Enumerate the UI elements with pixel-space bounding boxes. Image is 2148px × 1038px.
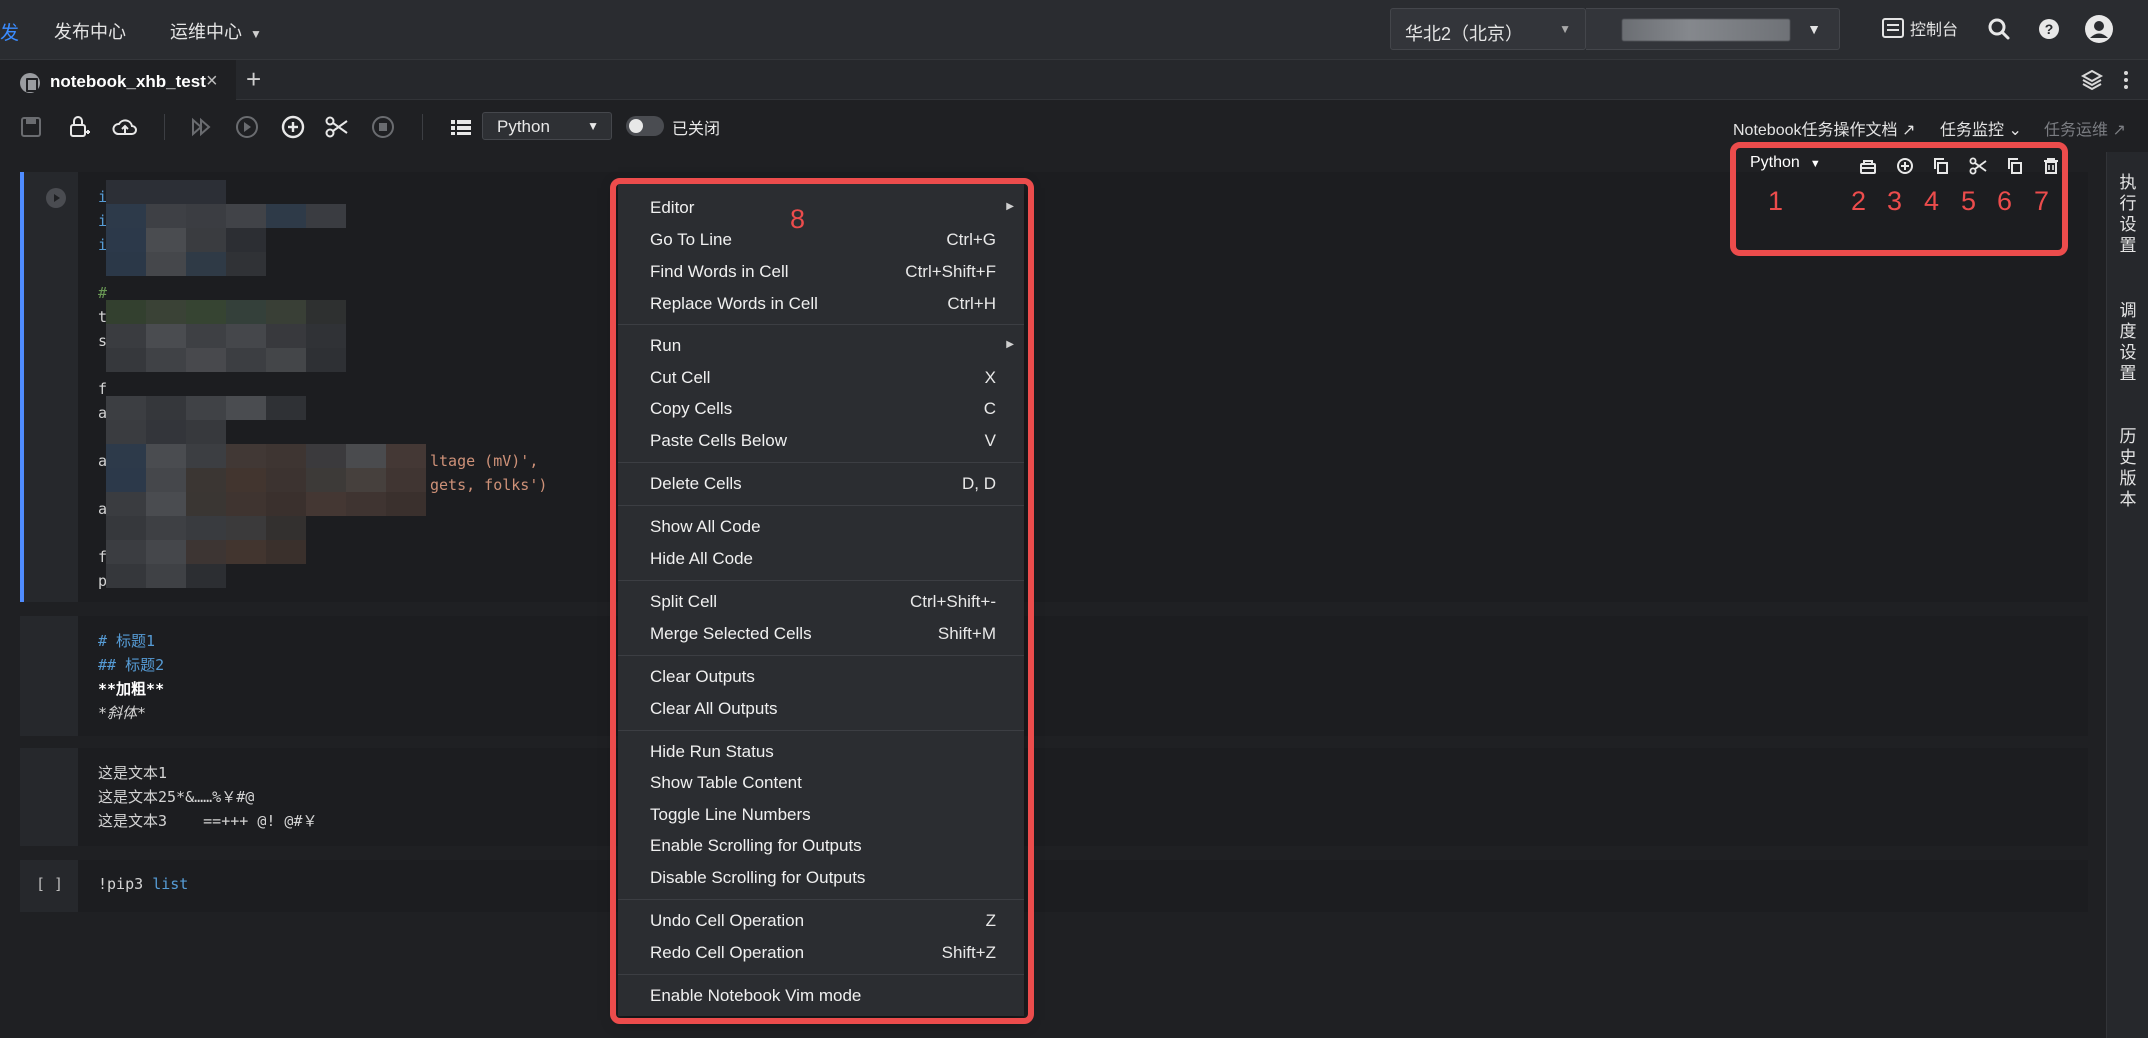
user-avatar-icon[interactable] (2084, 14, 2114, 44)
cloud-upload-icon[interactable] (112, 114, 138, 140)
nav-edge-text[interactable]: 发 (0, 18, 19, 45)
region-value: 华北2（北京） (1405, 24, 1524, 44)
markdown-editor[interactable]: # 标题1 ## 标题2 **加粗** *斜体* (78, 616, 2088, 736)
sidebar-exec-settings[interactable]: 执行设置 (2119, 172, 2137, 256)
kernel-value: Python (497, 117, 550, 136)
add-tab-icon[interactable]: + (246, 64, 261, 95)
text-editor[interactable]: 这是文本1 这是文本25*&……%￥#@ 这是文本3 ==+++ @! @#￥ (78, 748, 2088, 846)
outline-icon[interactable] (448, 114, 474, 140)
sidebar-history[interactable]: 历史版本 (2119, 426, 2137, 510)
pip-cmd: !pip3 (98, 875, 153, 893)
code-editor[interactable]: !pip3 list (78, 860, 2088, 912)
pixelated-code-redaction (106, 180, 426, 588)
svg-text:?: ? (2045, 21, 2054, 37)
text-line: 这是文本25*&……%￥#@ (98, 788, 255, 806)
nav-ops-center[interactable]: 运维中心 ▼ (170, 18, 262, 44)
code-string-fragment: ltage (mV)', (430, 452, 539, 470)
notebook-icon (20, 73, 40, 93)
cell-gutter (24, 172, 78, 602)
annotation-number: 6 (1997, 186, 2013, 216)
save-icon[interactable] (18, 114, 44, 140)
annotation-number: 4 (1924, 186, 1940, 216)
run-cell-button[interactable] (46, 188, 66, 208)
task-monitor-menu[interactable]: 任务监控 ⌄ (1940, 116, 2022, 140)
run-cell-icon[interactable] (234, 114, 260, 140)
tab-notebook[interactable]: notebook_xhb_test × (0, 60, 236, 100)
chevron-down-icon: ▼ (250, 27, 262, 41)
right-sidebar: 执行设置 调度设置 历史版本 (2106, 152, 2148, 1038)
lock-icon[interactable] (66, 114, 92, 140)
annotation-number: 5 (1961, 186, 1977, 216)
pip-arg: list (152, 875, 189, 893)
chevron-down-icon: ▼ (587, 119, 599, 133)
close-icon[interactable]: × (206, 70, 218, 93)
md-heading-1: # 标题1 (98, 632, 156, 650)
top-navbar: 发 发布中心 运维中心 ▼ 华北2（北京） ▼ ▼ 控制台 ? (0, 0, 2148, 60)
md-heading-2: ## 标题2 (98, 656, 165, 674)
add-cell-icon[interactable] (280, 114, 306, 140)
cell-gutter (20, 616, 78, 736)
sidebar-schedule-settings[interactable]: 调度设置 (2119, 300, 2137, 384)
nav-publish-center[interactable]: 发布中心 (54, 18, 126, 44)
stop-icon[interactable] (370, 114, 396, 140)
console-label: 控制台 (1910, 22, 1959, 39)
text-line: 这是文本3 ==+++ @! @#￥ (98, 812, 318, 830)
markdown-cell[interactable]: # 标题1 ## 标题2 **加粗** *斜体* (20, 616, 2088, 736)
search-icon[interactable] (1984, 14, 2014, 44)
workspace-select[interactable]: ▼ (1586, 8, 1840, 50)
help-icon[interactable]: ? (2034, 14, 2064, 44)
layers-icon[interactable] (2080, 68, 2104, 92)
chevron-down-icon: ▼ (1807, 21, 1821, 37)
text-line: 这是文本1 (98, 764, 168, 782)
toolbar-divider (164, 114, 165, 140)
notebook-doc-link[interactable]: Notebook任务操作文档 ↗ (1733, 116, 1915, 140)
code-cell[interactable]: [ ] !pip3 list (20, 860, 2088, 912)
annotation-number: 7 (2034, 186, 2050, 216)
console-icon (1882, 18, 1904, 38)
task-ops-link[interactable]: 任务运维 ↗ (2044, 116, 2126, 140)
toolbar-divider (422, 114, 423, 140)
annotation-box-menu (610, 178, 1034, 1024)
toggle-label: 已关闭 (672, 121, 721, 138)
console-link[interactable]: 控制台 (1882, 16, 1958, 40)
pip-command: !pip3 list (98, 875, 188, 893)
annotation-number: 1 (1768, 186, 1784, 216)
redacted-workspace (1622, 19, 1790, 41)
region-select[interactable]: 华北2（北京） ▼ (1390, 8, 1586, 50)
tab-bar: notebook_xhb_test × + (0, 60, 2148, 100)
chevron-down-icon: ▼ (1559, 22, 1571, 36)
more-vertical-icon[interactable] (2116, 68, 2136, 92)
run-all-icon[interactable] (188, 114, 214, 140)
kernel-select[interactable]: Python ▼ (482, 112, 612, 140)
scissors-icon[interactable] (324, 114, 350, 140)
md-italic: *斜体* (98, 704, 147, 722)
code-string-fragment: gets, folks') (430, 476, 548, 494)
annotation-number: 3 (1887, 186, 1903, 216)
nav-ops-label: 运维中心 (170, 22, 242, 42)
cell-gutter (20, 748, 78, 846)
md-bold: **加粗** (98, 680, 165, 698)
cell-gutter: [ ] (20, 860, 78, 912)
execution-prompt: [ ] (36, 875, 64, 893)
annotation-number: 8 (790, 204, 806, 234)
tab-title: notebook_xhb_test (50, 72, 206, 91)
toggle-switch[interactable] (626, 116, 664, 136)
text-cell[interactable]: 这是文本1 这是文本25*&……%￥#@ 这是文本3 ==+++ @! @#￥ (20, 748, 2088, 846)
annotation-number: 2 (1851, 186, 1867, 216)
